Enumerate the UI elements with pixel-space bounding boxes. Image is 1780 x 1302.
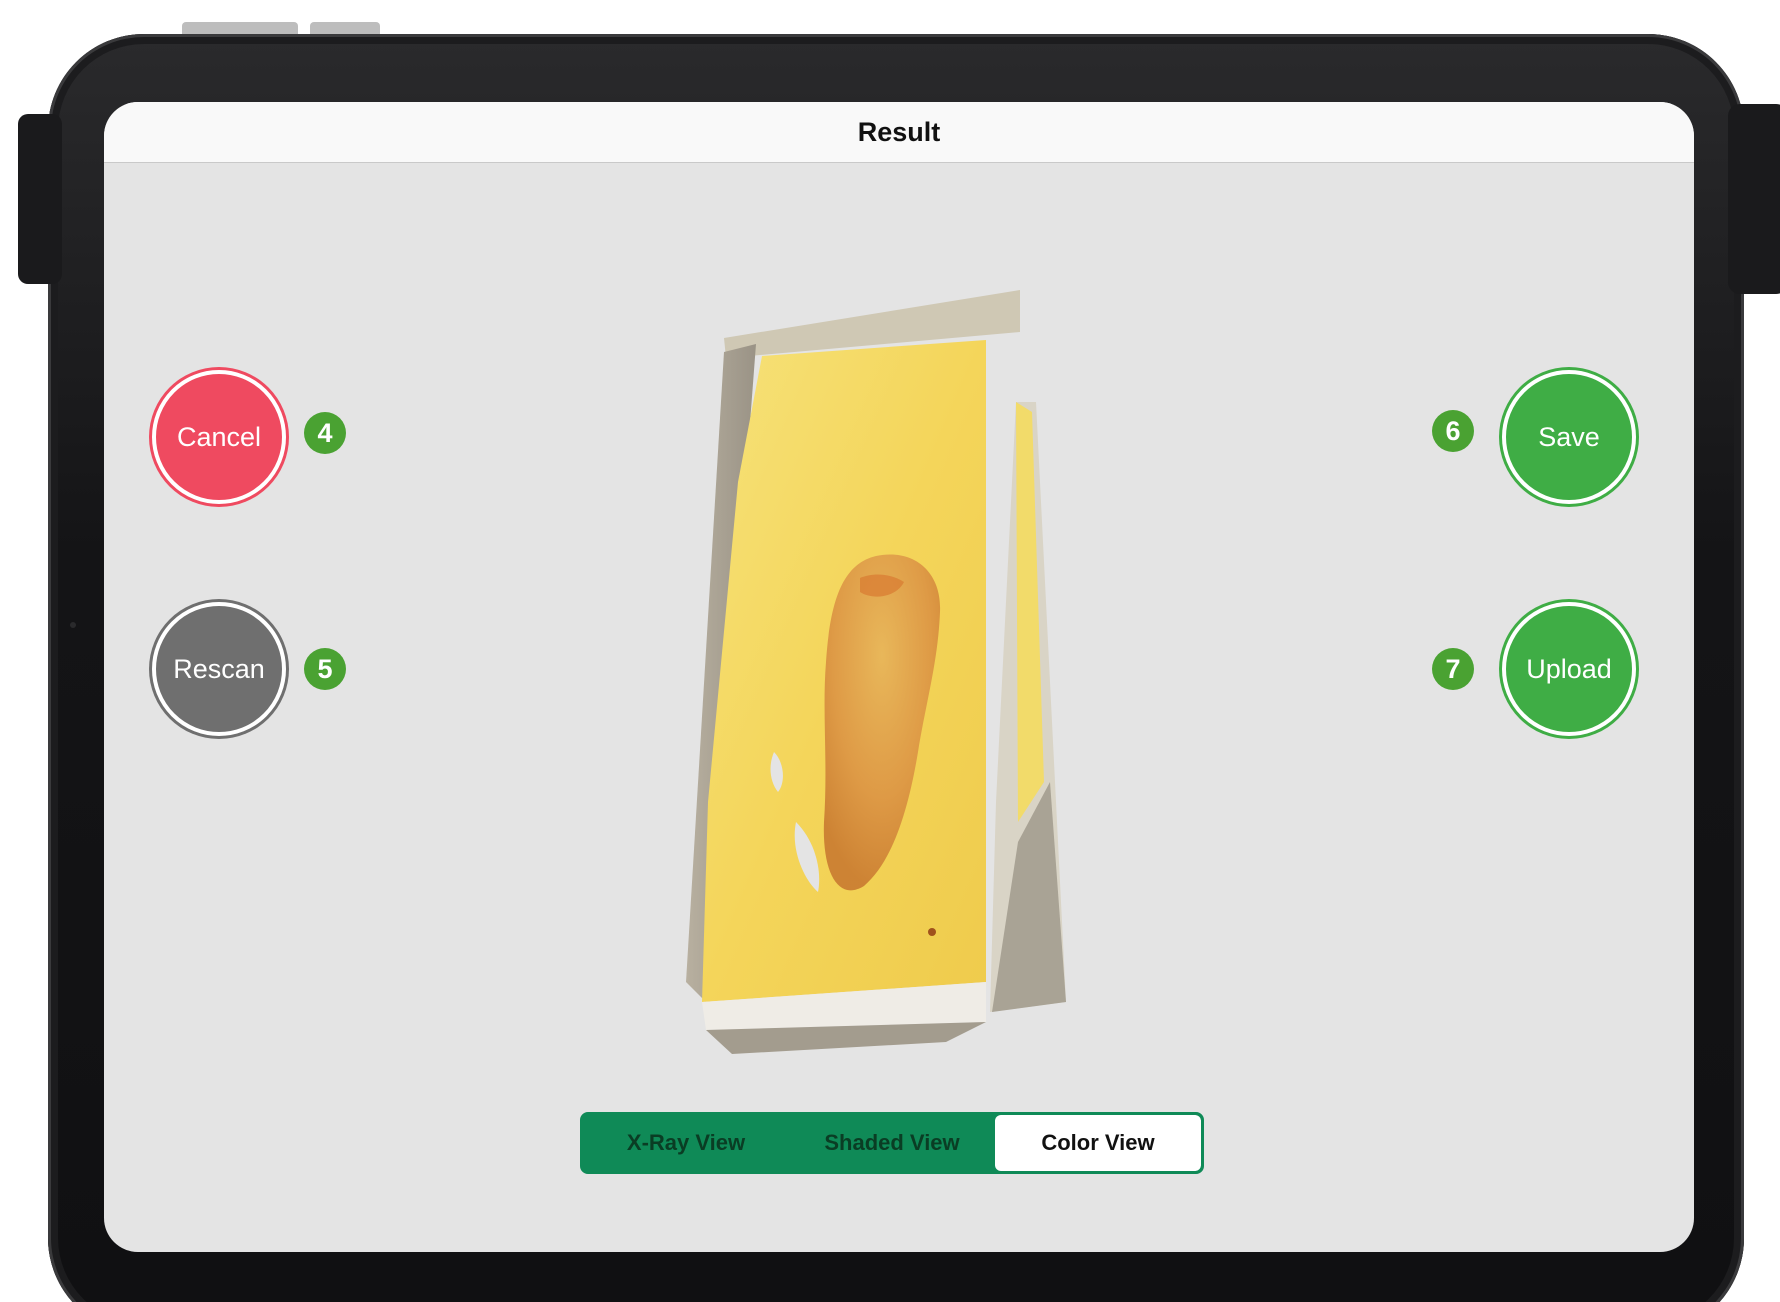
view-mode-segmented-control: X-Ray View Shaded View Color View	[580, 1112, 1204, 1174]
segment-color-view[interactable]: Color View	[995, 1115, 1201, 1171]
callout-badge-6: 6	[1432, 410, 1474, 452]
callout-badge-5: 5	[304, 648, 346, 690]
cancel-button-label: Cancel	[176, 421, 262, 452]
save-button[interactable]: Save	[1502, 370, 1636, 504]
callout-badge-4: 4	[304, 412, 346, 454]
cancel-button[interactable]: Cancel	[152, 370, 286, 504]
volume-button	[310, 22, 380, 34]
rescan-button[interactable]: Rescan	[152, 602, 286, 736]
scan-3d-preview[interactable]	[646, 282, 1116, 1062]
callout-badge-7: 7	[1432, 648, 1474, 690]
camera-dot	[70, 622, 76, 628]
rescan-button-label: Rescan	[173, 653, 265, 684]
segment-xray-view[interactable]: X-Ray View	[583, 1115, 789, 1171]
frame-clip	[1728, 104, 1780, 294]
navigation-bar: Result	[104, 102, 1694, 163]
save-button-label: Save	[1538, 421, 1600, 452]
app-screen: Result Cancel 4 Rescan 5 6 Save 7 Upload…	[104, 102, 1694, 1252]
volume-button	[182, 22, 298, 34]
foot-scan-model	[686, 290, 1066, 1054]
tablet-mockup: Result Cancel 4 Rescan 5 6 Save 7 Upload…	[0, 0, 1780, 1302]
upload-button-label: Upload	[1526, 653, 1612, 684]
frame-clip	[18, 114, 62, 284]
upload-button[interactable]: Upload	[1502, 602, 1636, 736]
segment-shaded-view[interactable]: Shaded View	[789, 1115, 995, 1171]
page-title: Result	[857, 117, 941, 147]
